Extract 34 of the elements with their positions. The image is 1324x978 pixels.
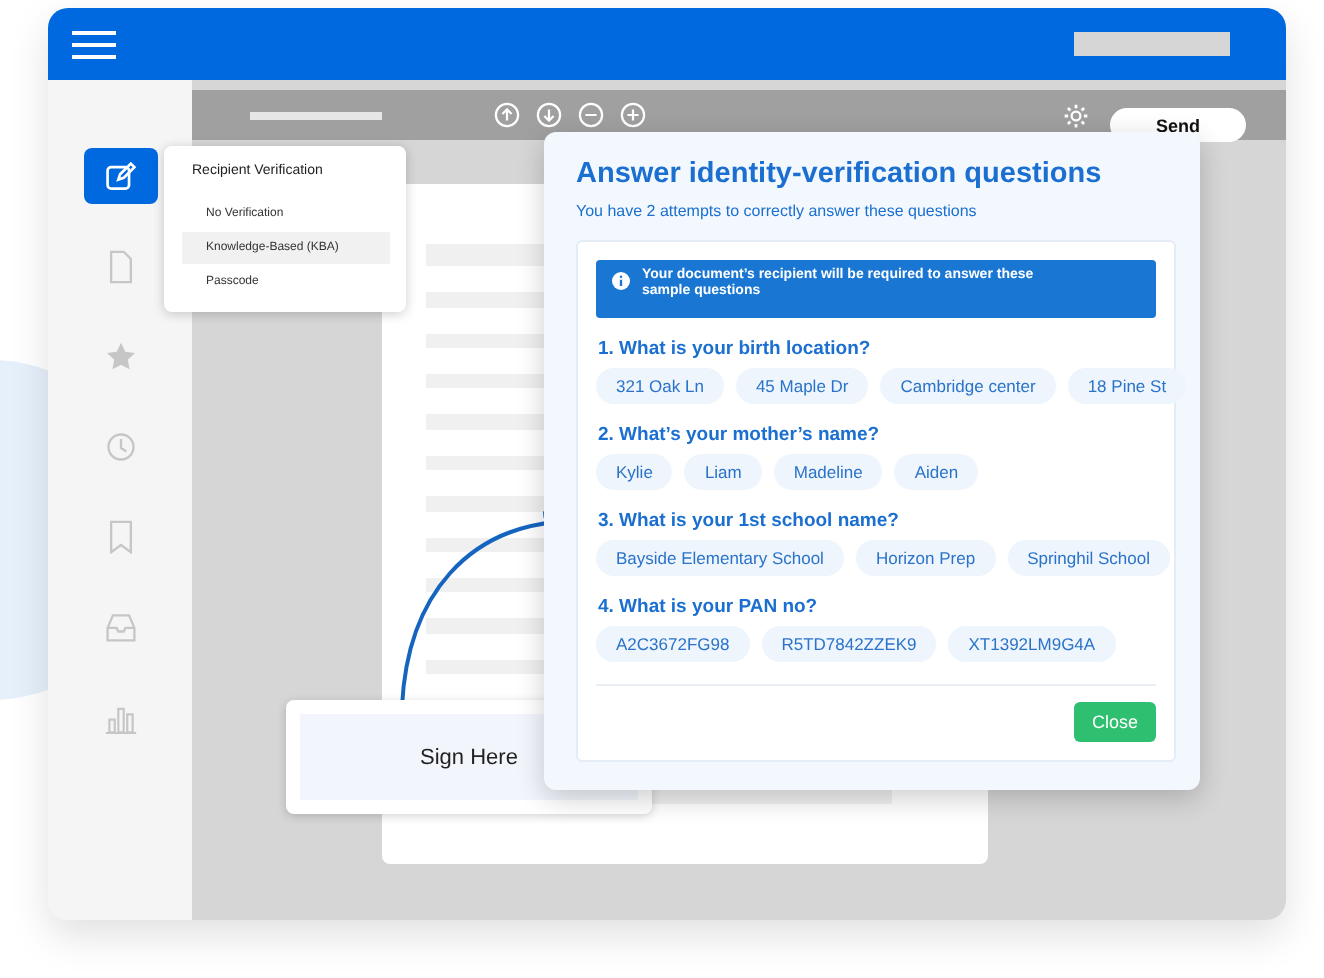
question-text: 3. What is your 1st school name? — [598, 510, 901, 532]
answer-chip[interactable]: Madeline — [773, 454, 883, 490]
answer-chip[interactable]: R5TD7842ZZEK9 — [761, 626, 937, 662]
clock-icon[interactable] — [103, 429, 137, 463]
answer-chip[interactable]: Cambridge center — [880, 368, 1056, 404]
answer-chip[interactable]: Bayside Elementary School — [596, 540, 844, 576]
dialog-title: Answer identity-verification questions — [576, 158, 1104, 190]
edit-icon[interactable] — [103, 159, 137, 193]
answer-chip[interactable]: Springhil School — [1007, 540, 1170, 576]
question-text: 1. What is your birth location? — [598, 338, 873, 360]
download-icon[interactable] — [536, 102, 562, 128]
answer-chip[interactable]: A2C3672FG98 — [596, 626, 750, 662]
question-text: 4. What is your PAN no? — [598, 596, 820, 618]
title-placeholder-bar — [250, 111, 382, 119]
menu-icon[interactable] — [72, 29, 116, 59]
star-icon[interactable] — [103, 339, 137, 373]
settings-icon[interactable] — [1062, 101, 1090, 129]
zoom-out-icon[interactable] — [578, 102, 604, 128]
answer-chip[interactable]: XT1392LM9G4A — [948, 626, 1116, 662]
sidebar-item[interactable] — [83, 148, 157, 204]
answer-chip[interactable]: 45 Maple Dr — [735, 368, 869, 404]
upload-icon[interactable] — [494, 102, 520, 128]
question-text: 2. What’s your mother’s name? — [598, 424, 882, 446]
answer-chip[interactable]: 321 Oak Ln — [596, 368, 724, 404]
answer-chip[interactable]: Aiden — [894, 454, 979, 490]
dialog-subtitle: You have 2 attempts to correctly answer these questions — [576, 202, 979, 220]
close-button[interactable]: Close — [1073, 702, 1156, 742]
answer-chip[interactable]: Horizon Prep — [855, 540, 996, 576]
zoom-in-icon[interactable] — [620, 102, 646, 128]
info-icon — [612, 272, 630, 290]
inbox-icon[interactable] — [103, 609, 137, 643]
answer-chip[interactable]: 18 Pine St — [1067, 368, 1187, 404]
answer-chip[interactable]: Kylie — [596, 454, 673, 490]
answer-chip[interactable]: Liam — [684, 454, 762, 490]
